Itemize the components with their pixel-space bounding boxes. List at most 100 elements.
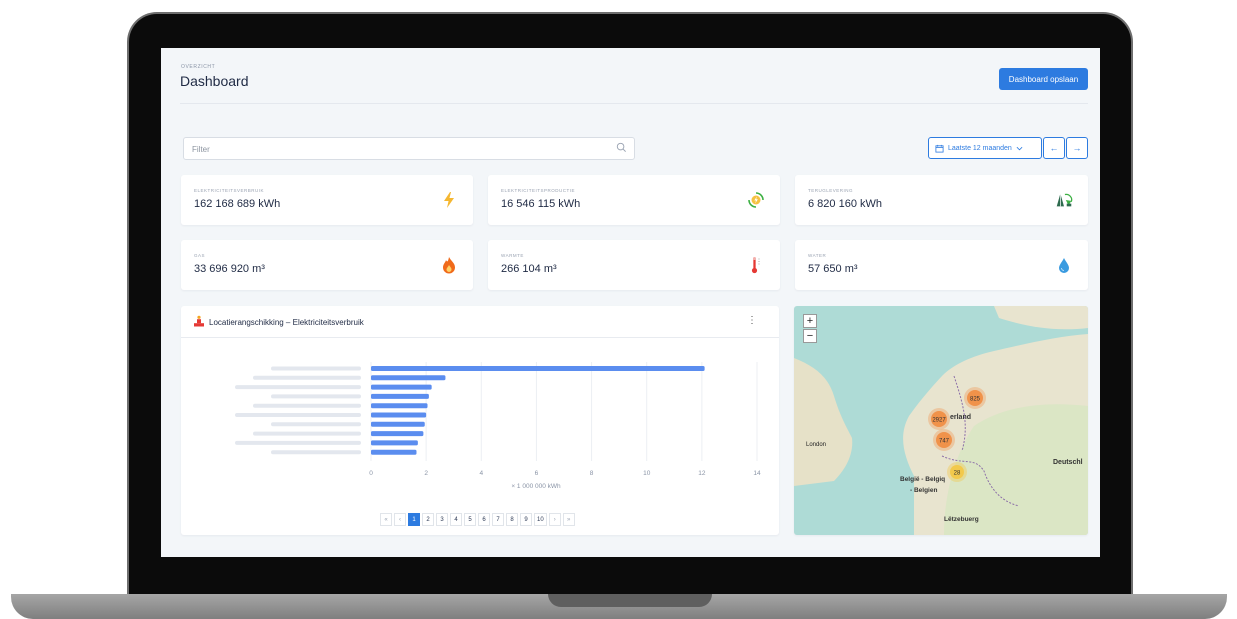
- search-icon[interactable]: [616, 142, 627, 153]
- map-cluster[interactable]: 28: [947, 462, 967, 482]
- map-place-label: Deutschl: [1053, 459, 1083, 466]
- map-place-label: London: [806, 442, 826, 448]
- category-label-blurred: [235, 413, 361, 417]
- category-label-blurred: [253, 431, 361, 436]
- flame-icon: [439, 255, 459, 275]
- x-tick-label: 4: [479, 470, 483, 477]
- bar[interactable]: [371, 421, 425, 427]
- category-label-blurred: [253, 403, 361, 408]
- thermometer-icon: [746, 255, 766, 275]
- kpi-card-electricity-consumption[interactable]: ELEKTRICITEITSVERBRUIK 162 168 689 kWh: [181, 175, 473, 225]
- page-title: Dashboard: [180, 73, 249, 89]
- water-drop-icon: [1054, 255, 1074, 275]
- map-place-label: België - Belgiq: [900, 476, 945, 483]
- filter-field[interactable]: [183, 137, 635, 160]
- lightning-icon: [439, 190, 459, 210]
- bar[interactable]: [371, 366, 705, 371]
- bar[interactable]: [371, 384, 432, 390]
- map-cluster[interactable]: 825: [964, 387, 986, 409]
- kpi-card-electricity-production[interactable]: ELEKTRICITEITSPRODUCTIE 16 546 115 kWh: [488, 175, 780, 225]
- kpi-label: TERUGLEVERING: [808, 188, 854, 193]
- bar[interactable]: [371, 375, 446, 381]
- category-label-blurred: [235, 440, 361, 445]
- breadcrumb: OVERZICHT: [181, 64, 216, 70]
- page-header: OVERZICHT Dashboard Dashboard opslaan: [161, 48, 1100, 105]
- bar-chart: 0 2 4 6 8 10 12 14 × 1 000 000 kWh: [235, 362, 761, 490]
- ranking-icon: [194, 315, 204, 327]
- location-ranking-card: Locatierangschikking – Elektriciteitsver…: [181, 306, 779, 535]
- x-tick-label: 8: [590, 470, 594, 477]
- kpi-label: ELEKTRICITEITSPRODUCTIE: [501, 188, 576, 193]
- page-button-10[interactable]: 10: [534, 513, 547, 526]
- category-label-blurred: [253, 375, 361, 380]
- page-button-1[interactable]: 1: [408, 513, 420, 526]
- bar[interactable]: [371, 393, 429, 399]
- category-label-blurred: [271, 450, 361, 455]
- map-land-north: [994, 306, 1088, 330]
- zoom-in-button[interactable]: +: [803, 314, 817, 328]
- kpi-label: WATER: [808, 253, 827, 258]
- page-first-button[interactable]: «: [380, 513, 392, 526]
- pagination: « ‹ 1 2 3 4 5 6 7 8 9 10 › »: [380, 513, 575, 526]
- map-card[interactable]: 825 2927 747 28 London erland België - B…: [794, 306, 1088, 535]
- page-button-6[interactable]: 6: [478, 513, 490, 526]
- page-last-button[interactable]: »: [562, 513, 575, 526]
- category-label-blurred: [271, 366, 361, 371]
- page-button-4[interactable]: 4: [450, 513, 462, 526]
- map-canvas[interactable]: 825 2927 747 28 London erland België - B…: [794, 306, 1088, 535]
- chevron-down-icon: [1016, 146, 1023, 150]
- page-next-button[interactable]: ›: [548, 513, 561, 526]
- bar[interactable]: [371, 412, 427, 418]
- page-button-5[interactable]: 5: [464, 513, 476, 526]
- chart-header: Locatierangschikking – Elektriciteitsver…: [181, 306, 779, 338]
- page-button-8[interactable]: 8: [506, 513, 518, 526]
- map-cluster-label: 2927: [932, 418, 946, 424]
- x-tick-label: 14: [753, 470, 761, 477]
- period-label: Laatste 12 maanden: [948, 144, 1012, 152]
- app-screen: OVERZICHT Dashboard Dashboard opslaan La…: [161, 48, 1100, 557]
- header-divider: [180, 103, 1088, 104]
- map-place-label: erland: [950, 414, 971, 421]
- page-prev-button[interactable]: ‹: [394, 513, 406, 526]
- grid-return-icon: [1054, 190, 1074, 210]
- kpi-card-feed-in[interactable]: TERUGLEVERING 6 820 160 kWh: [795, 175, 1088, 225]
- bar[interactable]: [371, 449, 417, 455]
- bar[interactable]: [371, 431, 424, 437]
- kpi-card-heat[interactable]: WARMTE 266 104 m³: [488, 240, 780, 290]
- x-tick-label: 0: [369, 470, 373, 477]
- period-prev-button[interactable]: ←: [1043, 137, 1065, 159]
- more-options-icon[interactable]: ⋮: [747, 315, 757, 326]
- laptop-notch: [548, 594, 712, 607]
- kpi-label: ELEKTRICITEITSVERBRUIK: [194, 188, 265, 193]
- map-cluster[interactable]: 2927: [928, 408, 950, 430]
- kpi-card-water[interactable]: WATER 57 650 m³: [795, 240, 1088, 290]
- kpi-card-gas[interactable]: GAS 33 696 920 m³: [181, 240, 473, 290]
- solar-recycle-icon: [746, 190, 766, 210]
- period-dropdown[interactable]: Laatste 12 maanden: [928, 137, 1042, 159]
- page-button-9[interactable]: 9: [520, 513, 532, 526]
- x-tick-label: 2: [424, 470, 428, 477]
- map-cluster[interactable]: 747: [933, 429, 955, 451]
- bar[interactable]: [371, 403, 428, 409]
- x-tick-label: 10: [643, 470, 651, 477]
- map-land-uk: [794, 358, 853, 486]
- bar[interactable]: [371, 440, 418, 446]
- page-button-3[interactable]: 3: [436, 513, 448, 526]
- map-place-label: - Belgien: [910, 487, 937, 494]
- map-cluster-label: 747: [939, 439, 950, 445]
- kpi-value: 162 168 689 kWh: [194, 198, 281, 210]
- kpi-value: 266 104 m³: [501, 263, 557, 275]
- page-button-2[interactable]: 2: [422, 513, 434, 526]
- page-button-7[interactable]: 7: [492, 513, 504, 526]
- map-cluster-label: 28: [954, 471, 961, 477]
- kpi-value: 57 650 m³: [808, 263, 858, 275]
- period-next-button[interactable]: →: [1066, 137, 1088, 159]
- category-label-blurred: [235, 385, 361, 390]
- x-tick-label: 6: [535, 470, 539, 477]
- kpi-label: WARMTE: [501, 253, 524, 258]
- save-dashboard-button[interactable]: Dashboard opslaan: [999, 68, 1088, 90]
- x-tick-label: 12: [698, 470, 706, 477]
- arrow-right-icon: →: [1072, 143, 1082, 153]
- filter-input[interactable]: [192, 142, 612, 156]
- zoom-out-button[interactable]: −: [803, 329, 817, 343]
